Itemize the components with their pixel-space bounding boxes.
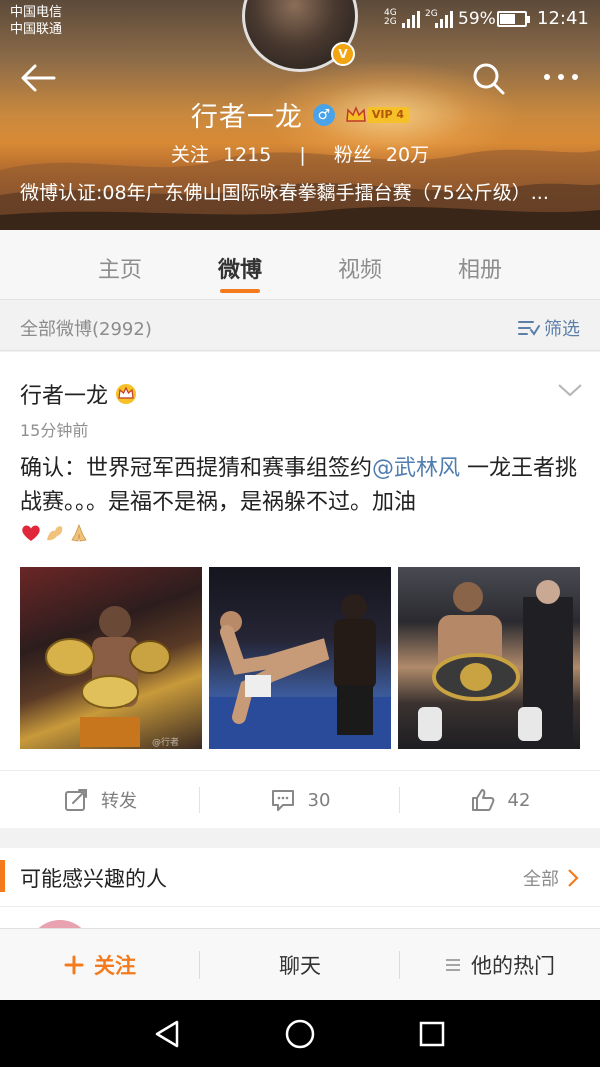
profile-name: 行者一龙 — [190, 102, 303, 133]
crown-icon — [116, 384, 137, 404]
post-menu-button[interactable] — [557, 382, 583, 398]
fans-count: 20万 — [385, 144, 430, 166]
clock: 12:41 — [537, 8, 589, 29]
like-count: 42 — [507, 789, 531, 811]
square-recents-icon — [419, 1021, 445, 1047]
fans-stat[interactable]: 粉丝 20万 — [330, 144, 433, 166]
kick-fight-photo — [209, 594, 391, 749]
fans-label: 粉丝 — [333, 144, 372, 166]
male-gender-icon: ♂ — [312, 103, 335, 126]
chevron-right-icon — [568, 869, 579, 887]
vip-level-label: VIP 4 — [366, 106, 410, 123]
thumbs-up-icon — [471, 789, 494, 811]
champion-belts-photo — [45, 606, 171, 747]
nav-home-button[interactable] — [282, 1016, 318, 1052]
section-accent-bar — [0, 860, 5, 892]
strong-arm-icon — [47, 526, 63, 541]
post-time: 15分钟前 — [20, 421, 89, 440]
filter-label: 筛选 — [544, 319, 580, 340]
search-icon — [473, 63, 505, 95]
post-author[interactable]: 行者一龙 — [20, 378, 108, 410]
list-icon — [446, 959, 460, 971]
comment-count: 30 — [307, 789, 331, 811]
belt-ceremony-photo — [418, 580, 573, 749]
following-stat[interactable]: 关注 1215 — [167, 144, 281, 166]
follow-button[interactable]: 关注 — [0, 929, 200, 1001]
hot-posts-button[interactable]: 他的热门 — [400, 929, 600, 1001]
repost-icon — [65, 789, 87, 811]
weibo-post: 行者一龙 15分钟前 确认：世界冠军西提猜和赛事组签约@武林风 一龙王者挑战赛。… — [0, 352, 600, 828]
back-arrow-icon — [21, 64, 56, 92]
profile-tabs: 主页 微博 视频 相册 — [0, 230, 600, 300]
post-images: @行者 — [20, 567, 580, 749]
tab-album[interactable]: 相册 — [420, 252, 540, 284]
stats-separator: | — [299, 144, 306, 166]
tab-home[interactable]: 主页 — [60, 252, 180, 284]
vip-badge[interactable]: VIP 4 — [345, 105, 410, 124]
search-button[interactable] — [471, 61, 507, 97]
post-emojis — [20, 522, 90, 544]
circle-home-icon — [285, 1019, 315, 1049]
see-all-button[interactable]: 全部 — [523, 865, 579, 891]
post-actions: 转发 30 42 — [0, 770, 600, 828]
back-button[interactable] — [18, 60, 58, 96]
post-image-1[interactable]: @行者 — [20, 567, 202, 749]
comment-button[interactable]: 30 — [200, 771, 400, 829]
post-text-part1: 确认：世界冠军西提猜和赛事组签约 — [20, 456, 373, 481]
carrier-labels: 中国电信 中国联通 — [10, 4, 62, 38]
nav-back-button[interactable] — [150, 1016, 186, 1052]
verification-text: 微博认证:08年广东佛山国际咏春拳黐手擂台赛（75公斤级）... — [20, 182, 549, 204]
network-2g-label-a: 2G — [384, 17, 397, 27]
suggested-people-title: 可能感兴趣的人 — [20, 867, 167, 891]
section-divider — [0, 906, 600, 907]
comment-icon — [271, 790, 294, 811]
post-mention-link[interactable]: @武林风 — [372, 456, 460, 481]
plus-icon — [64, 955, 84, 975]
carrier-2: 中国联通 — [10, 22, 63, 37]
repost-button[interactable]: 转发 — [0, 771, 200, 829]
repost-label: 转发 — [101, 791, 137, 812]
more-options-button[interactable] — [540, 64, 582, 90]
triangle-back-icon — [155, 1020, 179, 1048]
carrier-1: 中国电信 — [10, 5, 63, 20]
like-button[interactable]: 42 — [400, 771, 600, 829]
battery-percent: 59% — [458, 9, 496, 29]
crown-icon — [346, 105, 366, 122]
verified-badge-icon: V — [331, 42, 355, 66]
follow-stats: 关注 1215 | 粉丝 20万 — [0, 140, 600, 167]
following-count: 1215 — [222, 144, 272, 166]
battery-icon — [497, 11, 530, 27]
signal-icon-1 — [402, 10, 420, 28]
see-all-label: 全部 — [523, 869, 559, 890]
post-image-2[interactable] — [209, 567, 391, 749]
chevron-down-icon — [558, 384, 582, 397]
chat-button[interactable]: 聊天 — [200, 929, 400, 1001]
profile-header: 中国电信 中国联通 4G 2G 2G 59% 12:41 V 行者一龙 ♂ VI… — [0, 0, 600, 230]
filter-icon — [518, 321, 540, 336]
signal-icon-2 — [435, 10, 453, 28]
tab-weibo[interactable]: 微博 — [180, 252, 300, 293]
image-watermark: @行者 — [152, 738, 180, 748]
all-weibo-count: 全部微博(2992) — [20, 319, 152, 340]
praying-hands-icon — [71, 523, 87, 542]
weibo-filter-bar: 全部微博(2992) 筛选 — [0, 301, 600, 351]
post-image-3[interactable] — [398, 567, 580, 749]
profile-name-row: 行者一龙 ♂ VIP 4 — [0, 95, 600, 133]
network-type-1: 4G 2G — [384, 9, 397, 27]
profile-action-bar: 关注 聊天 他的热门 — [0, 928, 600, 1000]
tab-video[interactable]: 视频 — [300, 252, 420, 284]
follow-label: 关注 — [94, 954, 136, 978]
weibo-profile-page: 中国电信 中国联通 4G 2G 2G 59% 12:41 V 行者一龙 ♂ VI… — [0, 0, 600, 1067]
heart-icon — [22, 525, 40, 541]
filter-button[interactable]: 筛选 — [518, 315, 580, 341]
post-text: 确认：世界冠军西提猜和赛事组签约@武林风 一龙王者挑战赛。。。是福不是祸，是祸躲… — [20, 452, 580, 520]
system-navigation-bar — [0, 1000, 600, 1067]
post-author-row: 行者一龙 — [20, 378, 138, 410]
chat-label: 聊天 — [279, 954, 321, 978]
hot-posts-label: 他的热门 — [471, 954, 555, 978]
following-label: 关注 — [170, 144, 209, 166]
nav-recents-button[interactable] — [414, 1016, 450, 1052]
